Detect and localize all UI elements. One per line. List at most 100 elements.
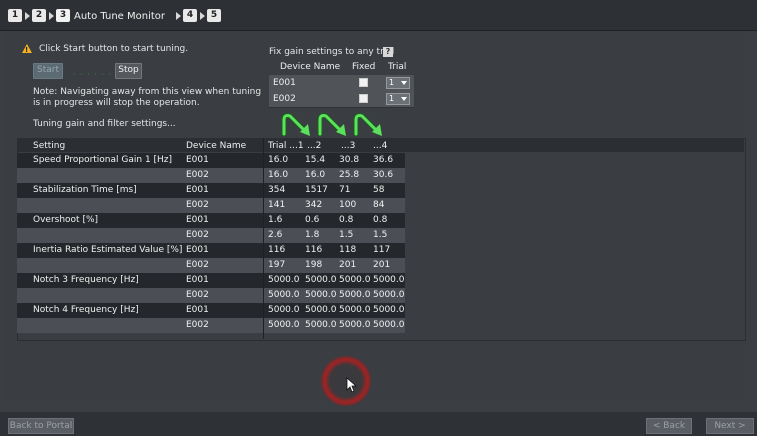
fix-gain-device: E001: [273, 78, 296, 88]
device-name: E001: [186, 305, 209, 315]
trial-value: 1517: [305, 185, 328, 195]
trial-value: 5000.0: [373, 320, 405, 330]
trial-value: 201: [373, 260, 391, 270]
trial-value: 116: [305, 245, 323, 255]
chevron-right-icon: [49, 12, 54, 20]
trial-value: 118: [339, 245, 357, 255]
trial-value: 5000.0: [373, 290, 405, 300]
trial-value: 198: [305, 260, 323, 270]
device-name: E002: [186, 290, 209, 300]
trial-value: 0.8: [373, 215, 388, 225]
trial-value: 5000.0: [339, 290, 371, 300]
trial-value: 5000.0: [339, 320, 371, 330]
trial-value: 1.8: [305, 230, 320, 240]
trial-value: 36.6: [373, 155, 394, 165]
trial-value: 5000.0: [305, 275, 337, 285]
setting-name: Inertia Ratio Estimated Value [%]: [33, 245, 183, 255]
step-4-button[interactable]: 4: [183, 9, 197, 22]
device-name: E002: [186, 320, 209, 330]
fixed-checkbox[interactable]: [359, 78, 368, 87]
trial-value: 5000.0: [305, 290, 337, 300]
trial-value: 5000.0: [373, 305, 405, 315]
step-2-button[interactable]: 2: [32, 9, 46, 22]
trial-select[interactable]: 1: [386, 93, 410, 105]
trial-value: 197: [268, 260, 286, 270]
trial-value: 5000.0: [268, 290, 300, 300]
device-name: E001: [186, 185, 209, 195]
setting-name: Stabilization Time [ms]: [33, 185, 137, 195]
trial-value: 354: [268, 185, 286, 195]
trial-value: 5000.0: [268, 305, 300, 315]
trial-value: 100: [339, 200, 357, 210]
start-instruction: Click Start button to start tuning.: [39, 44, 189, 54]
header-trial-1: Trial ...1: [268, 141, 304, 151]
trial-select[interactable]: 1: [386, 77, 410, 89]
trial-value: 71: [339, 185, 351, 195]
trial-value: 5000.0: [268, 275, 300, 285]
trial-value: 5000.0: [373, 275, 405, 285]
tuning-status-label: Tuning gain and filter settings...: [33, 119, 176, 129]
step-5-button[interactable]: 5: [207, 9, 221, 22]
header-trial-2: ...2: [307, 141, 322, 151]
fixed-checkbox[interactable]: [359, 94, 368, 103]
trial-arrows: [281, 113, 382, 137]
fix-gain-header-trial: Trial: [388, 62, 407, 72]
next-button[interactable]: Next >: [706, 418, 754, 434]
header-trial-3: ...3: [341, 141, 356, 151]
fix-gain-header-device: Device Name: [280, 62, 341, 72]
trial-value: 16.0: [268, 170, 289, 180]
trial-value: 84: [373, 200, 385, 210]
trial-value: 0.8: [339, 215, 354, 225]
trial-value: 117: [373, 245, 391, 255]
trial-value: 5000.0: [339, 275, 371, 285]
footer-bar: [0, 412, 757, 436]
trial-value: 342: [305, 200, 323, 210]
chevron-right-icon: [176, 12, 181, 20]
device-name: E002: [186, 170, 209, 180]
start-button[interactable]: Start: [33, 63, 63, 79]
active-step-title: Auto Tune Monitor: [74, 11, 166, 22]
chevron-right-icon: [25, 12, 30, 20]
step-1-button[interactable]: 1: [8, 9, 22, 22]
note-line-2: is in progress will stop the operation.: [33, 98, 200, 108]
trial-select-value: 1: [389, 94, 395, 103]
fix-gain-header-fixed: Fixed: [352, 62, 376, 72]
trial-value: 1.6: [268, 215, 283, 225]
trial-value: 2.6: [268, 230, 283, 240]
setting-name: Notch 4 Frequency [Hz]: [33, 305, 139, 315]
back-to-portal-button[interactable]: Back to Portal: [8, 418, 74, 434]
trial-value: 5000.0: [305, 305, 337, 315]
chevron-down-icon: [401, 81, 407, 85]
step-3-button[interactable]: 3: [56, 9, 70, 22]
trial-value: 16.0: [305, 170, 326, 180]
help-icon[interactable]: ?: [383, 47, 393, 57]
trial-value: 1.5: [339, 230, 354, 240]
trial-value: 5000.0: [305, 320, 337, 330]
device-name: E001: [186, 215, 209, 225]
trial-value: 116: [268, 245, 286, 255]
device-name: E002: [186, 260, 209, 270]
chevron-right-icon: [200, 12, 205, 20]
device-name: E001: [186, 155, 209, 165]
trial-value: 1.5: [373, 230, 388, 240]
header-device-name: Device Name: [186, 141, 247, 151]
fix-gain-device: E002: [273, 94, 296, 104]
device-name: E002: [186, 200, 209, 210]
setting-name: Overshoot [%]: [33, 215, 99, 225]
note-line-1: Note: Navigating away from this view whe…: [33, 87, 262, 97]
header-setting: Setting: [33, 141, 66, 151]
stop-button[interactable]: Stop: [115, 63, 142, 79]
back-button[interactable]: < Back: [646, 418, 692, 434]
progress-indicator: · · · · · · ·: [73, 70, 120, 79]
fix-gain-title: Fix gain settings to any trial: [269, 47, 395, 57]
trial-value: 30.6: [373, 170, 394, 180]
device-name: E002: [186, 230, 209, 240]
device-name: E001: [186, 275, 209, 285]
trial-value: 15.4: [305, 155, 326, 165]
trial-value: 5000.0: [268, 320, 300, 330]
header-trial-4: ...4: [373, 141, 388, 151]
cursor-icon: [346, 377, 358, 393]
trial-value: 5000.0: [339, 305, 371, 315]
trial-value: 141: [268, 200, 286, 210]
setting-name: Notch 3 Frequency [Hz]: [33, 275, 139, 285]
